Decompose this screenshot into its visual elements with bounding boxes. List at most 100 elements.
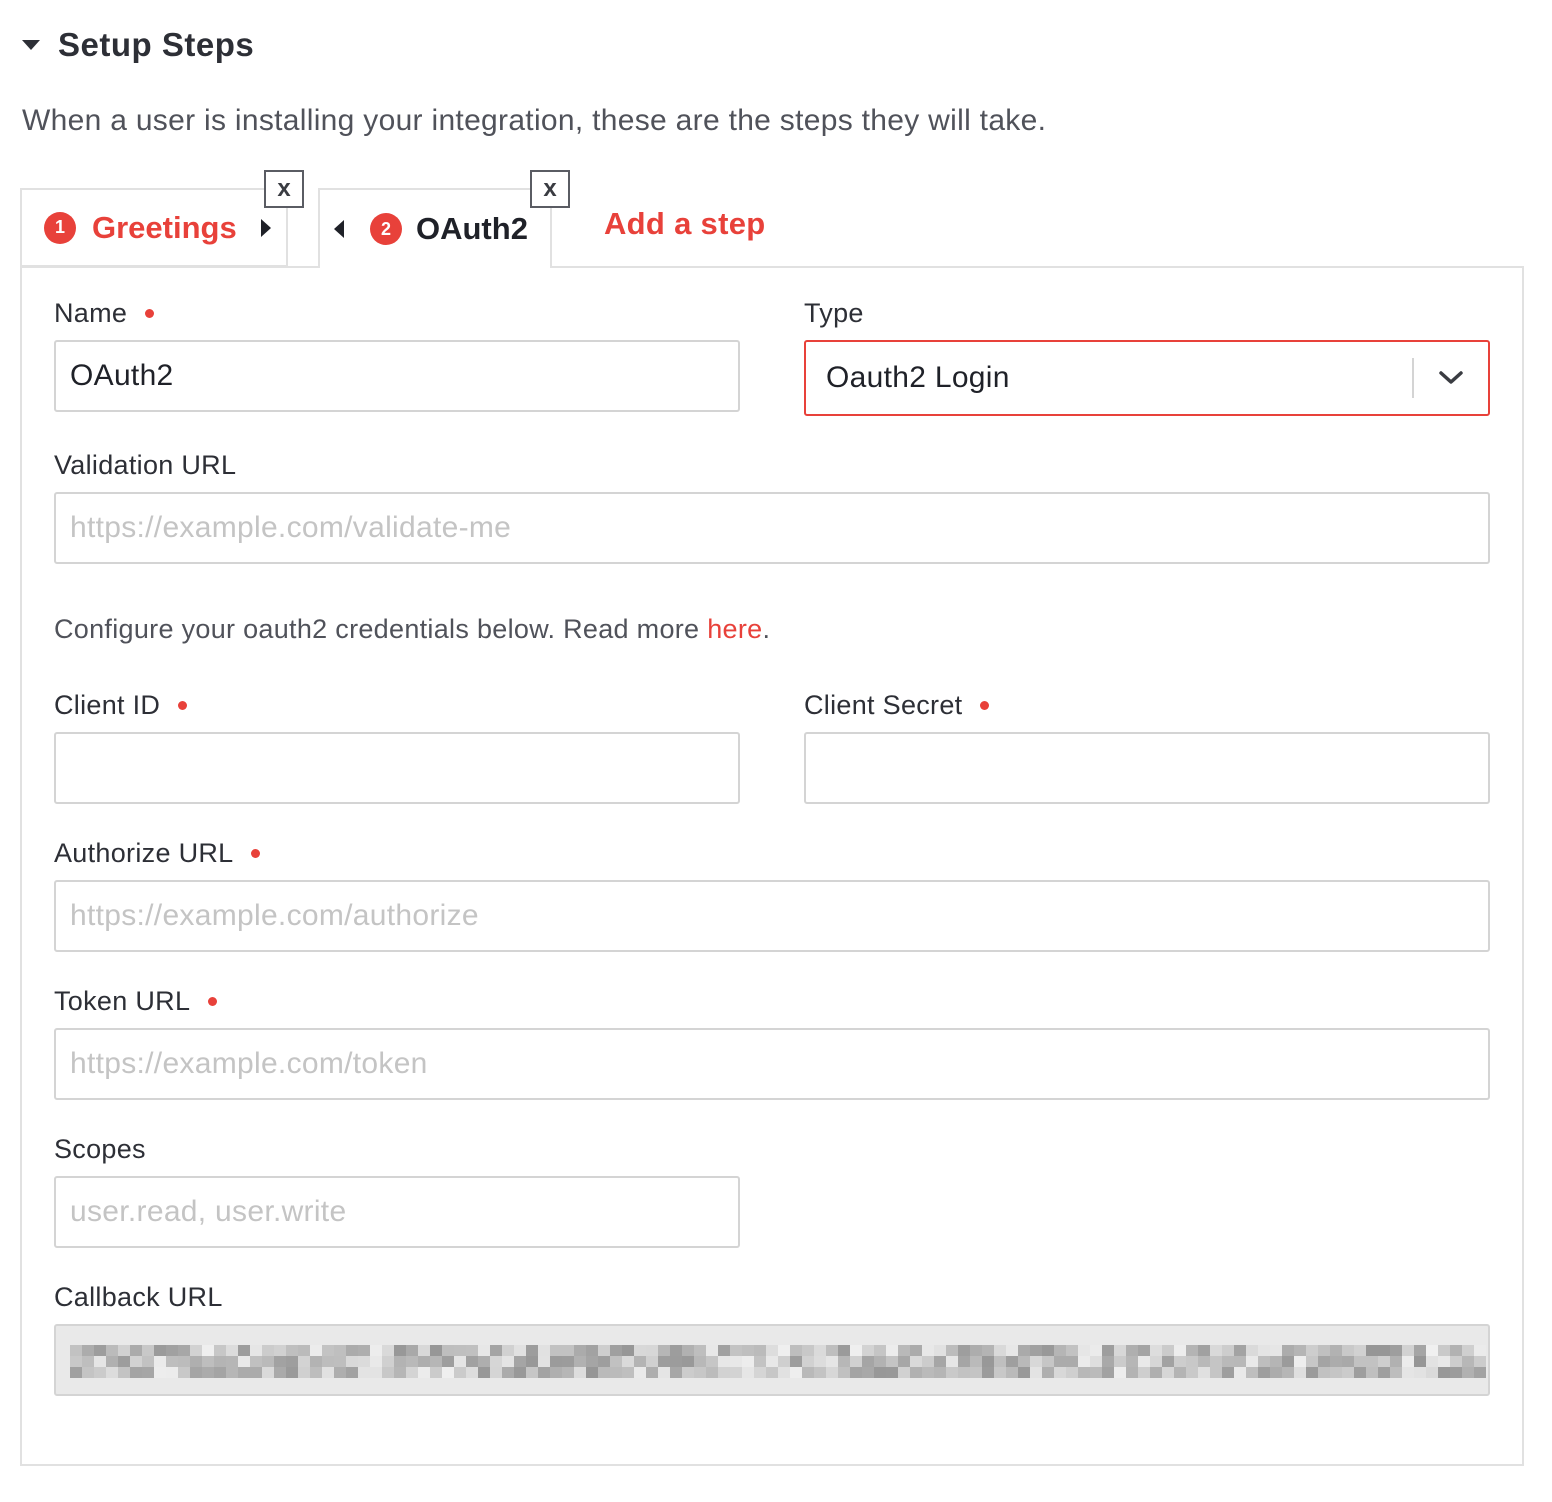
blur-pixel <box>586 1356 598 1367</box>
blur-pixel <box>1438 1345 1450 1356</box>
blur-pixel <box>190 1345 202 1356</box>
blur-pixel <box>754 1345 766 1356</box>
validation-url-label: Validation URL <box>54 450 237 480</box>
blur-pixel <box>1162 1356 1174 1367</box>
validation-url-input[interactable] <box>54 492 1490 564</box>
blur-pixel <box>946 1356 958 1367</box>
close-tab-greetings-button[interactable]: x <box>264 170 304 208</box>
authorize-url-input[interactable] <box>54 880 1490 952</box>
blur-pixel <box>70 1345 82 1356</box>
blur-pixel <box>1450 1367 1462 1378</box>
blur-pixel <box>1066 1356 1078 1367</box>
tab-oauth2[interactable]: 2 OAuth2 <box>318 188 552 268</box>
blur-pixel <box>274 1356 286 1367</box>
blur-pixel <box>1234 1367 1246 1378</box>
blur-pixel <box>994 1356 1006 1367</box>
blur-pixel <box>778 1356 790 1367</box>
blur-pixel <box>658 1356 670 1367</box>
move-left-icon[interactable] <box>334 220 344 238</box>
blur-pixel <box>334 1367 346 1378</box>
blur-pixel <box>754 1356 766 1367</box>
blur-pixel <box>634 1356 646 1367</box>
blur-pixel <box>910 1367 922 1378</box>
blur-pixel <box>442 1345 454 1356</box>
blur-pixel <box>322 1356 334 1367</box>
blur-pixel <box>1090 1356 1102 1367</box>
blur-pixel <box>1114 1356 1126 1367</box>
blur-pixel <box>94 1356 106 1367</box>
blur-pixel <box>550 1356 562 1367</box>
step-number-badge: 2 <box>370 213 402 245</box>
add-step-link[interactable]: Add a step <box>604 206 765 242</box>
blur-pixel <box>538 1345 550 1356</box>
blur-pixel <box>406 1345 418 1356</box>
blur-pixel <box>682 1356 694 1367</box>
blur-pixel <box>1282 1356 1294 1367</box>
blur-pixel <box>82 1345 94 1356</box>
blur-pixel <box>586 1345 598 1356</box>
client-id-input[interactable] <box>54 732 740 804</box>
blur-pixel <box>142 1356 154 1367</box>
blur-pixel <box>622 1356 634 1367</box>
blur-pixel <box>322 1345 334 1356</box>
blur-pixel <box>166 1367 178 1378</box>
chevron-down-icon[interactable] <box>1414 341 1488 415</box>
blur-pixel <box>1030 1356 1042 1367</box>
blur-pixel <box>754 1367 766 1378</box>
blur-pixel <box>1234 1345 1246 1356</box>
blur-pixel <box>550 1367 562 1378</box>
blur-pixel <box>238 1345 250 1356</box>
blur-pixel <box>1210 1356 1222 1367</box>
blur-pixel <box>262 1367 274 1378</box>
type-select[interactable]: Oauth2 Login <box>804 340 1490 416</box>
read-more-link[interactable]: here <box>707 614 762 644</box>
required-indicator <box>980 701 990 710</box>
blur-pixel <box>154 1356 166 1367</box>
required-indicator <box>178 701 188 710</box>
close-tab-oauth2-button[interactable]: x <box>530 170 570 208</box>
callback-url-field[interactable] <box>54 1324 1490 1396</box>
blur-pixel <box>1282 1367 1294 1378</box>
blur-pixel <box>922 1356 934 1367</box>
blur-pixel <box>358 1345 370 1356</box>
token-url-input[interactable] <box>54 1028 1490 1100</box>
blur-pixel <box>1438 1356 1450 1367</box>
blur-pixel <box>1378 1356 1390 1367</box>
blur-pixel <box>202 1367 214 1378</box>
blur-pixel <box>514 1367 526 1378</box>
blur-pixel <box>766 1356 778 1367</box>
blur-pixel <box>1126 1345 1138 1356</box>
blur-pixel <box>886 1356 898 1367</box>
blur-pixel <box>430 1367 442 1378</box>
blur-pixel <box>130 1356 142 1367</box>
blur-pixel <box>142 1345 154 1356</box>
section-toggle[interactable]: Setup Steps <box>22 26 254 64</box>
blur-pixel <box>1138 1367 1150 1378</box>
blur-pixel <box>538 1356 550 1367</box>
blur-pixel <box>730 1367 742 1378</box>
required-indicator <box>145 309 155 318</box>
blur-pixel <box>382 1367 394 1378</box>
blur-pixel <box>694 1367 706 1378</box>
caret-down-icon <box>22 40 40 50</box>
authorize-url-label: Authorize URL <box>54 838 261 869</box>
blur-pixel <box>262 1356 274 1367</box>
blur-pixel <box>526 1367 538 1378</box>
move-right-icon[interactable] <box>260 218 271 237</box>
blur-pixel <box>730 1345 742 1356</box>
blur-pixel <box>1042 1356 1054 1367</box>
client-secret-input[interactable] <box>804 732 1490 804</box>
tab-greetings[interactable]: 1 Greetings <box>20 188 288 267</box>
blur-pixel <box>562 1345 574 1356</box>
blur-pixel <box>1390 1345 1402 1356</box>
blur-pixel <box>982 1345 994 1356</box>
name-input[interactable] <box>54 340 740 412</box>
blur-pixel <box>742 1345 754 1356</box>
blur-pixel <box>1438 1367 1450 1378</box>
blur-pixel <box>1330 1345 1342 1356</box>
blur-pixel <box>466 1345 478 1356</box>
blur-pixel <box>310 1367 322 1378</box>
blur-pixel <box>490 1356 502 1367</box>
scopes-input[interactable] <box>54 1176 740 1248</box>
blur-pixel <box>154 1345 166 1356</box>
